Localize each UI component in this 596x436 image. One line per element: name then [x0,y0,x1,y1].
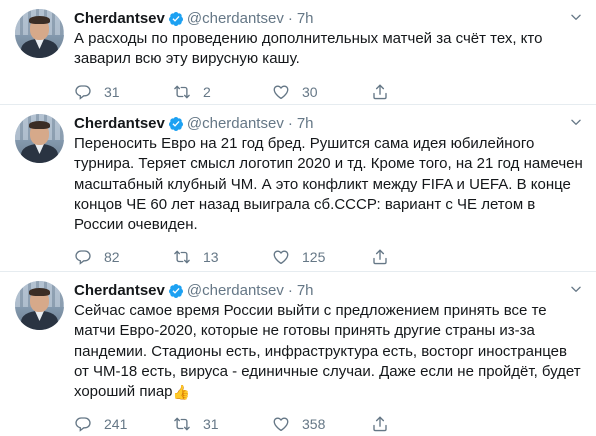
tweet-content: Cherdantsev @cherdantsev · 7h Сейчас сам… [74,281,582,436]
tweet-time[interactable]: 7h [297,9,314,28]
tweet[interactable]: Cherdantsev @cherdantsev · 7h Сейчас сам… [0,272,596,436]
like-count: 30 [302,83,318,100]
reply-count: 31 [104,83,120,100]
tweet-header: Cherdantsev @cherdantsev · 7h [74,114,582,133]
tweet[interactable]: Cherdantsev @cherdantsev · 7h А расходы … [0,0,596,105]
tweet-text: Переносить Евро на 21 год бред. Рушится … [74,135,587,234]
avatar[interactable] [15,9,64,58]
retweet-count: 13 [203,249,219,266]
reply-button[interactable]: 82 [74,248,173,266]
like-button[interactable]: 125 [272,248,371,266]
tweet-header: Cherdantsev @cherdantsev · 7h [74,281,582,300]
tweet-actions: 31 2 30 [74,82,582,102]
retweet-icon [174,418,190,431]
reply-icon [75,417,91,433]
author-name[interactable]: Cherdantsev [74,114,165,133]
share-icon [373,417,387,432]
chevron-down-icon[interactable] [569,115,583,129]
heart-icon [273,417,289,432]
tweet-text-body: Сейчас самое время России выйти с предло… [74,302,585,401]
retweet-count: 31 [203,416,219,433]
separator-dot: · [287,115,293,132]
retweet-button[interactable]: 2 [173,83,272,101]
author-name[interactable]: Cherdantsev [74,9,165,28]
separator-dot: · [287,282,293,299]
reply-button[interactable]: 31 [74,83,173,101]
tweet-actions: 82 13 125 [74,247,582,267]
avatar[interactable] [15,114,64,163]
share-button[interactable] [371,415,401,433]
reply-icon [75,250,91,266]
thumbs-up-emoji: 👍 [172,384,190,401]
like-count: 358 [302,416,326,433]
share-button[interactable] [371,248,401,266]
tweet-content: Cherdantsev @cherdantsev · 7h А расходы … [74,9,582,104]
chevron-down-icon[interactable] [569,282,583,296]
tweet-content: Cherdantsev @cherdantsev · 7h Переносить… [74,114,583,271]
reply-button[interactable]: 241 [74,415,173,433]
reply-count: 241 [104,416,128,433]
verified-badge-icon [168,11,183,26]
retweet-icon [174,85,190,98]
verified-badge-icon [168,283,183,298]
retweet-count: 2 [203,83,211,100]
author-handle[interactable]: @cherdantsev [187,114,284,133]
retweet-button[interactable]: 13 [173,248,272,266]
heart-icon [273,250,289,265]
retweet-button[interactable]: 31 [173,415,272,433]
tweet-text: Сейчас самое время России выйти с предло… [74,301,586,402]
reply-count: 82 [104,249,120,266]
tweet-feed: Cherdantsev @cherdantsev · 7h А расходы … [0,0,596,436]
tweet-text: А расходы по проведению дополнительных м… [74,30,547,68]
tweet[interactable]: Cherdantsev @cherdantsev · 7h Переносить… [0,105,596,272]
author-name[interactable]: Cherdantsev [74,281,165,300]
like-button[interactable]: 30 [272,83,371,101]
like-count: 125 [302,249,326,266]
share-button[interactable] [371,83,401,101]
tweet-time[interactable]: 7h [297,281,314,300]
share-icon [373,250,387,265]
share-icon [373,84,387,99]
heart-icon [273,85,289,99]
tweet-actions: 241 31 358 [74,414,582,434]
author-handle[interactable]: @cherdantsev [187,281,284,300]
reply-icon [75,84,91,100]
avatar[interactable] [15,281,64,330]
like-button[interactable]: 358 [272,415,371,433]
author-handle[interactable]: @cherdantsev [187,9,284,28]
tweet-time[interactable]: 7h [297,114,314,133]
chevron-down-icon[interactable] [569,10,583,24]
retweet-icon [174,251,190,264]
separator-dot: · [287,10,293,27]
tweet-header: Cherdantsev @cherdantsev · 7h [74,9,582,28]
verified-badge-icon [168,116,183,131]
